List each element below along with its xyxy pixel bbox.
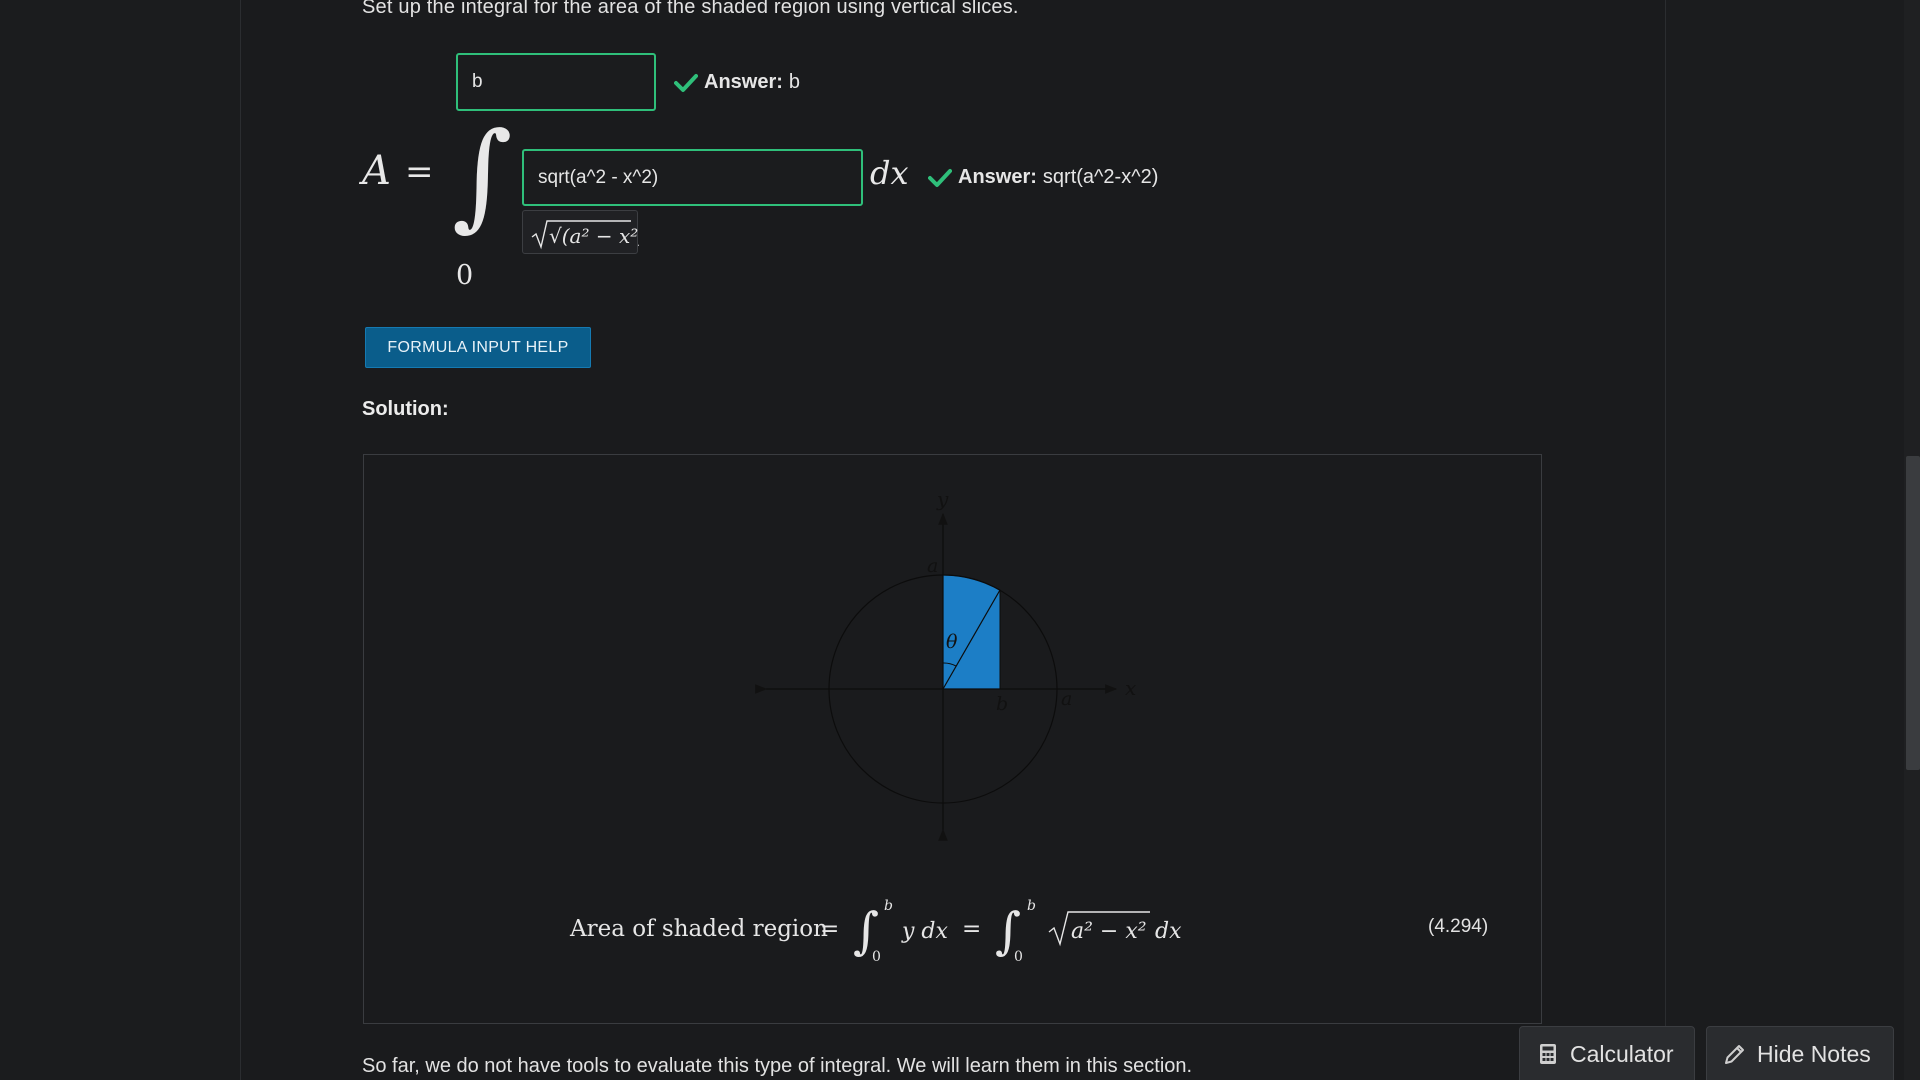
- answer-value: sqrt(a^2-x^2): [1042, 166, 1159, 188]
- integral-symbol: ∫: [452, 108, 513, 243]
- calculator-button[interactable]: Calculator: [1519, 1026, 1695, 1080]
- formula-input-help-button[interactable]: FORMULA INPUT HELP: [365, 327, 591, 368]
- check-icon: [928, 168, 952, 187]
- page: Set up the integral for the area of the …: [0, 0, 1920, 1080]
- formula-preview-render: √(a² − x²): [531, 220, 646, 250]
- calculator-button-label: Calculator: [1570, 1040, 1674, 1067]
- answer-value: b: [788, 71, 801, 93]
- solution-box: [363, 454, 1542, 1024]
- preview-radicand: √(a² − x²): [549, 224, 639, 248]
- check-icon: [674, 73, 698, 92]
- scrollbar-thumb[interactable]: [1906, 456, 1920, 770]
- solution-label: Solution:: [362, 398, 449, 420]
- equals-sign: =: [405, 152, 434, 192]
- area-variable: A: [362, 148, 391, 194]
- upper-limit-input[interactable]: [456, 53, 656, 111]
- hide-notes-button-label: Hide Notes: [1757, 1040, 1871, 1067]
- pencil-icon: [1725, 1045, 1744, 1064]
- answer-label: Answer:: [958, 166, 1037, 188]
- differential: dx: [870, 154, 909, 192]
- formula-preview: √(a² − x²): [522, 210, 646, 254]
- paragraph-text: So far, we do not have tools to evaluate…: [362, 1055, 1193, 1077]
- hide-notes-button[interactable]: Hide Notes: [1706, 1026, 1894, 1080]
- calculator-icon: [1540, 1044, 1556, 1064]
- answer-label: Answer:: [704, 71, 783, 93]
- integrand-answer: Answer: sqrt(a^2-x^2): [928, 166, 1158, 189]
- integrand-input[interactable]: [522, 149, 863, 206]
- upper-limit-answer: Answer: b: [674, 71, 800, 94]
- question-prompt: Set up the integral for the area of the …: [362, 0, 1019, 18]
- lower-limit: 0: [456, 260, 474, 291]
- equation-number: (4.294): [1428, 916, 1489, 937]
